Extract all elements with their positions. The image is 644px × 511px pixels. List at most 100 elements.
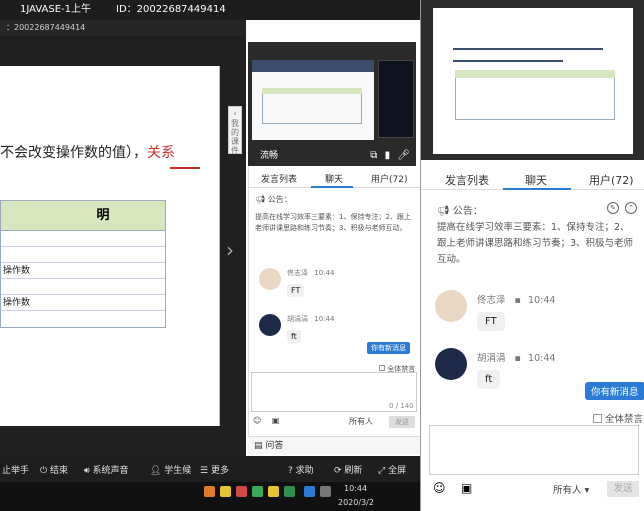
tab-chat[interactable]: 聊天 [325, 172, 343, 185]
slide-table-row [1, 311, 165, 327]
megaphone-icon: 📢︎ [255, 195, 266, 204]
tab-users[interactable]: 用户(72) [371, 172, 407, 185]
message-sender: 胡涓涓 10:44 [287, 315, 335, 323]
window-title-bar: 1JAVASE-1上午 ID：20022687449414 [0, 0, 420, 20]
courseware-tab-label: 我的课件 [231, 119, 239, 155]
inner-chat-panel: 发言列表 聊天 用户(72) 📢︎ 公告： 提高在线学习效率三要素：1、保持专注… [248, 166, 421, 436]
bars-icon: ▮ [384, 150, 391, 161]
tray-icon[interactable] [220, 486, 231, 497]
notice-label-text: 公告： [267, 195, 292, 204]
magnified-video [421, 0, 644, 160]
slide-table-row [1, 247, 165, 263]
message-bubble: FT [477, 312, 505, 331]
emoji-icon[interactable]: ☺ [253, 416, 261, 425]
chat-input[interactable] [429, 425, 639, 475]
notice-label: 📢︎ 公告： [255, 194, 292, 205]
clock-date: 2020/3/2 [338, 498, 374, 507]
tray-icon[interactable] [320, 486, 331, 497]
magnified-chat-tabs: 发言列表 聊天 用户(72) [421, 166, 644, 190]
message-sender: 佟志泽 ▪ 10:44 [477, 295, 556, 306]
image-icon[interactable]: ▣ [461, 481, 472, 495]
toolbar-fullscreen[interactable]: ⤢ 全屏 [378, 463, 406, 476]
tab-chat-underline [503, 188, 571, 190]
slide-text-main: 不会改变操作数的值）， [0, 145, 147, 161]
tray-icon[interactable] [268, 486, 279, 497]
emoji-icon[interactable]: ☺ [433, 481, 446, 495]
toolbar-raise-hand[interactable]: 止举手 [2, 463, 29, 476]
all-mute-checkbox[interactable]: 全体禁言 [593, 411, 643, 425]
send-button[interactable]: 发送 [607, 481, 639, 497]
avatar [435, 290, 467, 322]
qa-tab[interactable]: ▤ 问答 [248, 436, 420, 454]
inner-chat-tabs: 发言列表 聊天 用户(72) [249, 166, 421, 188]
message-sender: 胡涓涓 ▪ 10:44 [477, 353, 556, 364]
toolbar-refresh[interactable]: ⟳ 刷新 [334, 463, 362, 476]
courseware-tab[interactable]: ‹ 我的课件 [228, 106, 242, 155]
slide-table-row [1, 279, 165, 295]
avatar [259, 268, 281, 290]
room-id: ID：20022687449414 [116, 4, 226, 15]
teacher-video: 流畅 ⧉ ▮ 🎤︎ [248, 42, 416, 166]
char-count: 0 / 140 [389, 402, 414, 410]
slide-table: 明 操作数 操作数 [0, 200, 166, 328]
slide-table-header: 明 [1, 201, 165, 231]
message-bubble: FT [287, 284, 305, 297]
notice-text: 提高在线学习效率三要素：1、保持专注；2、跟上老师讲课思路和练习节奏；3、积极与… [437, 222, 634, 265]
new-message-badge[interactable]: 你有新消息 [367, 342, 410, 354]
toolbar-more[interactable]: ☰ 更多 [200, 463, 229, 476]
tab-speakers[interactable]: 发言列表 [261, 172, 297, 185]
mic-icon[interactable]: 🎤︎ [397, 150, 410, 161]
collapse-notice-icon[interactable]: ⌃ [625, 202, 637, 214]
tray-icon[interactable] [284, 486, 295, 497]
tab-speakers[interactable]: 发言列表 [445, 172, 489, 188]
recipient-select[interactable]: 所有人 ▾ [553, 482, 589, 496]
slide-red-underline [170, 167, 200, 169]
slide-text-highlight: 关系 [147, 145, 175, 161]
avatar [435, 348, 467, 380]
video-frame [252, 60, 374, 140]
recipient-select[interactable]: 所有人 [349, 416, 373, 427]
tray-icon[interactable] [236, 486, 247, 497]
bottom-toolbar: 止举手 ⏻ 结束 🔊︎ 系统声音 👤︎ 学生候 ☰ 更多 ? 求助 ⟳ 刷新 ⤢… [0, 456, 420, 482]
sub-room-id: ：20022687449414 [6, 23, 86, 32]
toolbar-help[interactable]: ? 求助 [288, 463, 314, 476]
screenshot-root: 1JAVASE-1上午 ID：20022687449414 ：200226874… [0, 0, 644, 511]
message-bubble: ft [287, 330, 301, 343]
message-bubble: ft [477, 370, 501, 389]
sub-header: ：20022687449414 [0, 20, 246, 36]
toolbar-system-sound[interactable]: 🔊︎ 系统声音 [84, 463, 129, 476]
screen-icon[interactable]: ⧉ [370, 150, 377, 161]
magnified-slide [433, 8, 633, 154]
notice-label: 📢︎ 公告： [437, 206, 483, 217]
tab-chat[interactable]: 聊天 [525, 172, 547, 188]
tray-icon[interactable] [304, 486, 315, 497]
clock-time: 10:44 [344, 484, 368, 493]
next-page-icon[interactable]: › [226, 238, 234, 262]
tray-icon[interactable] [204, 486, 215, 497]
message-icon: ▪ [514, 353, 521, 364]
magnified-chat-panel: 发言列表 聊天 用户(72) 📢︎ 公告： ✎ ⌃ 提高在线学习效率三要素：1、… [420, 0, 644, 511]
edit-notice-icon[interactable]: ✎ [607, 202, 619, 214]
tray-icon[interactable] [252, 486, 263, 497]
message-sender: 佟志泽 10:44 [287, 269, 335, 277]
system-taskbar: 10:44 2020/3/2 [0, 482, 420, 511]
tab-users[interactable]: 用户(72) [589, 172, 634, 188]
qa-icon: ▤ [254, 441, 263, 451]
video-thumbnails [378, 60, 414, 138]
avatar [259, 314, 281, 336]
send-button[interactable]: 发送 [389, 416, 415, 428]
megaphone-icon: 📢︎ [437, 206, 450, 217]
new-message-badge[interactable]: 你有新消息 [585, 382, 644, 400]
toolbar-end[interactable]: ⏻ 结束 [40, 463, 68, 476]
image-icon[interactable]: ▣ [272, 416, 280, 425]
slide-table-row: 操作数 [1, 295, 165, 311]
message-icon: ▪ [514, 295, 521, 306]
slide-text: 不会改变操作数的值），关系 [0, 142, 175, 162]
course-title: 1JAVASE-1上午 [20, 4, 92, 15]
slide-table-row: 操作数 [1, 263, 165, 279]
toolbar-student[interactable]: 👤︎ 学生候 [150, 463, 191, 476]
notice-text: 提高在线学习效率三要素：1、保持专注；2、跟上老师讲课思路和练习节奏；3、积极与… [255, 213, 411, 232]
slide-table-row [1, 231, 165, 247]
video-controls: ⧉ ▮ 🎤︎ [370, 146, 410, 166]
tab-chat-underline [311, 186, 353, 188]
